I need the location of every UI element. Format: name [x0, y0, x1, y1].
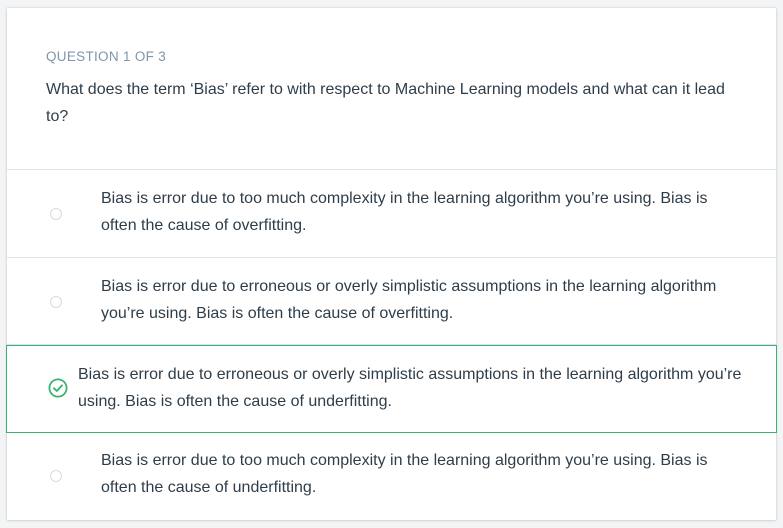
answer-option-label: Bias is error due to too much complexity…	[101, 452, 708, 496]
radio-icon[interactable]	[50, 470, 62, 482]
check-circle-icon	[48, 378, 68, 398]
answer-option-label: Bias is error due to erroneous or overly…	[101, 278, 717, 322]
radio-icon[interactable]	[50, 296, 62, 308]
question-header: QUESTION 1 OF 3 What does the term ‘Bias…	[7, 8, 776, 170]
question-text: What does the term ‘Bias’ refer to with …	[46, 81, 725, 125]
answer-option-label: Bias is error due to too much complexity…	[101, 190, 708, 234]
answer-option-1[interactable]: Bias is error due to too much complexity…	[7, 170, 776, 258]
answer-option-2[interactable]: Bias is error due to erroneous or overly…	[7, 258, 776, 345]
answer-option-4[interactable]: Bias is error due to too much complexity…	[7, 433, 776, 520]
answer-option-label: Bias is error due to erroneous or overly…	[78, 366, 742, 410]
radio-icon[interactable]	[50, 208, 62, 220]
quiz-card: QUESTION 1 OF 3 What does the term ‘Bias…	[6, 8, 777, 520]
answer-option-3[interactable]: Bias is error due to erroneous or overly…	[6, 345, 777, 433]
question-counter: QUESTION 1 OF 3	[46, 49, 167, 64]
